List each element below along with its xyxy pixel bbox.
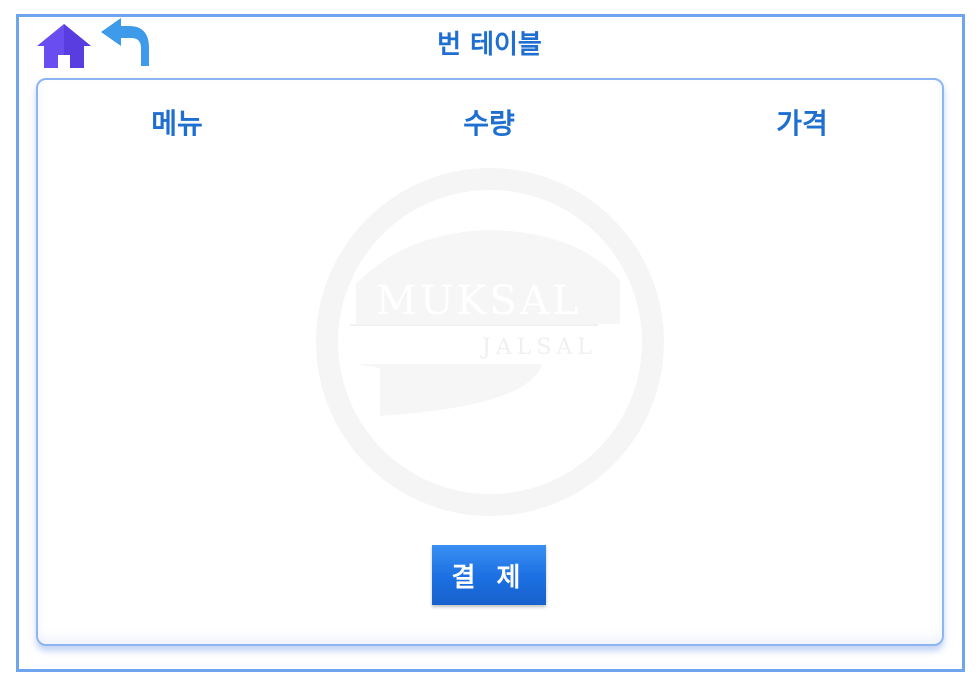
page-title: 번 테이블 (437, 30, 542, 60)
column-header-quantity: 수량 (463, 107, 515, 140)
watermark-brand-text: MUKSAL (376, 278, 581, 324)
column-header-price: 가격 (776, 107, 828, 140)
brand-watermark: MUKSAL JALSAL (316, 168, 664, 516)
pay-button[interactable]: 결 제 (432, 545, 546, 605)
column-header-menu: 메뉴 (151, 107, 203, 140)
watermark-sub-text: JALSAL (480, 335, 597, 360)
